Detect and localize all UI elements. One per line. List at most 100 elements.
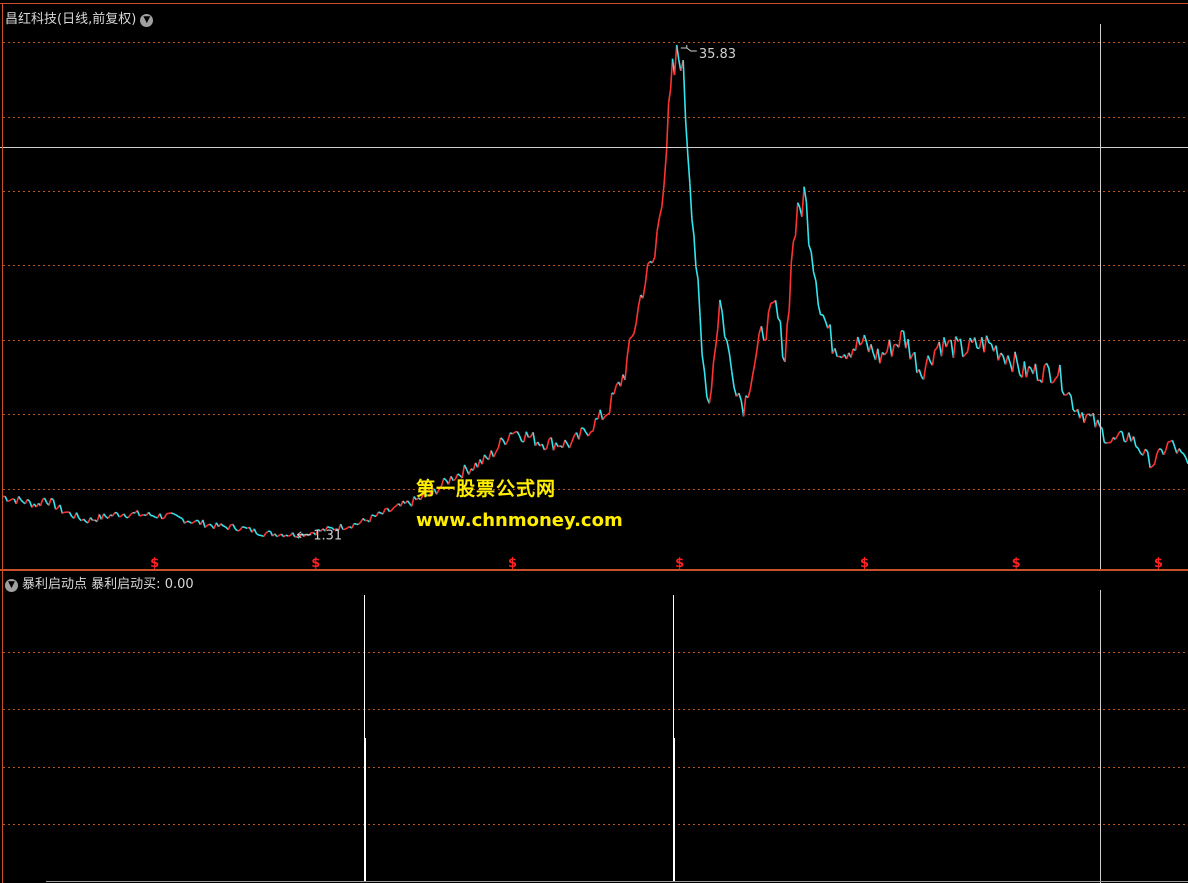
stock-chart-window: 35.83 1.31 $ $ $ $ $ $ $ 昌红科技(日线,前复权) ▼ ▼ 暴利启动点 暴利…: [0, 0, 1188, 883]
price-segment: [161, 517, 165, 520]
price-segment: [753, 349, 758, 365]
price-segment: [564, 439, 568, 445]
price-segment: [624, 355, 629, 380]
chart-canvas[interactable]: 35.831.31$ $ $ $ $ $ $: [0, 0, 1188, 883]
price-segment: [959, 338, 964, 358]
price-segment: [166, 512, 170, 515]
price-segment: [891, 344, 895, 357]
price-segment: [834, 348, 838, 357]
price-segment: [26, 498, 31, 502]
price-segment: [188, 520, 192, 524]
price-segment: [760, 326, 765, 341]
price-segment: [1052, 378, 1057, 383]
price-segment: [808, 244, 812, 253]
min-price-label: 1.31: [313, 529, 342, 544]
price-segment: [663, 150, 668, 183]
price-segment: [742, 395, 747, 417]
price-segment: [661, 182, 665, 207]
price-segment: [276, 534, 280, 538]
price-segment: [644, 264, 649, 285]
price-segment: [1132, 436, 1137, 447]
indicator-series-label: 暴利启动买: [91, 577, 157, 592]
price-segment: [1182, 453, 1187, 459]
price-segment: [83, 518, 87, 523]
price-segment: [223, 525, 227, 528]
price-segment: [1101, 428, 1106, 443]
price-segment: [256, 533, 260, 536]
price-segment: [1045, 362, 1050, 369]
price-segment: [913, 352, 918, 373]
price-segment: [756, 333, 760, 350]
price-segment: [578, 427, 583, 440]
price-segment: [285, 534, 289, 537]
price-segment: [75, 512, 80, 519]
price-segment: [708, 389, 713, 404]
price-segment: [883, 351, 888, 356]
price-segment: [943, 337, 948, 348]
price-segment: [488, 450, 492, 460]
price-segment: [599, 409, 604, 421]
price-segment: [147, 511, 152, 517]
max-price-pointer: [680, 45, 697, 52]
price-segment: [1104, 441, 1107, 444]
price-segment: [699, 316, 703, 355]
price-segment: [504, 440, 509, 446]
price-segment: [371, 514, 375, 517]
price-segment: [1092, 413, 1097, 428]
price-segment: [790, 241, 795, 263]
panel-divider[interactable]: [0, 569, 1188, 571]
price-segment: [952, 336, 957, 358]
price-segment: [646, 260, 651, 265]
price-segment: [68, 511, 73, 517]
price-segment: [973, 337, 978, 349]
price-segment: [1114, 435, 1119, 440]
price-segment: [691, 219, 695, 236]
price-segment: [695, 266, 699, 280]
price-segment: [701, 354, 706, 372]
price-segment: [179, 516, 183, 520]
price-segment: [175, 514, 179, 517]
price-segment: [792, 235, 797, 242]
price-segment: [651, 256, 656, 264]
price-segment: [1137, 448, 1142, 454]
price-segment: [673, 44, 678, 76]
price-segment: [202, 519, 206, 528]
price-segment: [608, 392, 613, 413]
price-segment: [1007, 355, 1012, 364]
price-segment: [964, 351, 969, 356]
price-segment: [492, 451, 497, 458]
price-segment: [922, 365, 927, 380]
price-segment: [393, 505, 397, 509]
price-segment: [1116, 431, 1121, 436]
price-segment: [1135, 445, 1139, 450]
price-segment: [497, 437, 502, 449]
price-segment: [163, 513, 168, 519]
price-segment: [1072, 409, 1076, 413]
price-segment: [1165, 441, 1169, 451]
price-segment: [1048, 367, 1052, 383]
price-segment: [463, 464, 468, 470]
price-segment: [786, 310, 790, 325]
price-segment: [375, 511, 380, 517]
price-segment: [173, 512, 177, 516]
price-segment: [1014, 351, 1019, 364]
chevron-down-icon[interactable]: ▼: [5, 579, 18, 592]
price-segment: [738, 392, 743, 401]
indicator-grid: [3, 652, 1188, 825]
price-segment: [4, 495, 9, 502]
price-segment: [1142, 448, 1147, 456]
price-segment: [391, 506, 395, 511]
price-segment: [749, 375, 754, 390]
price-segment: [733, 387, 738, 397]
price-segment: [697, 278, 701, 317]
price-segment: [654, 231, 658, 258]
chevron-down-icon[interactable]: ▼: [140, 14, 154, 27]
price-segment: [568, 441, 573, 449]
price-segment: [204, 524, 208, 529]
top-border: [0, 3, 1188, 4]
price-segment: [1144, 448, 1149, 453]
price-segment: [717, 299, 721, 329]
price-segment: [15, 496, 20, 505]
price-segment: [803, 186, 808, 203]
price-segment: [48, 498, 52, 506]
